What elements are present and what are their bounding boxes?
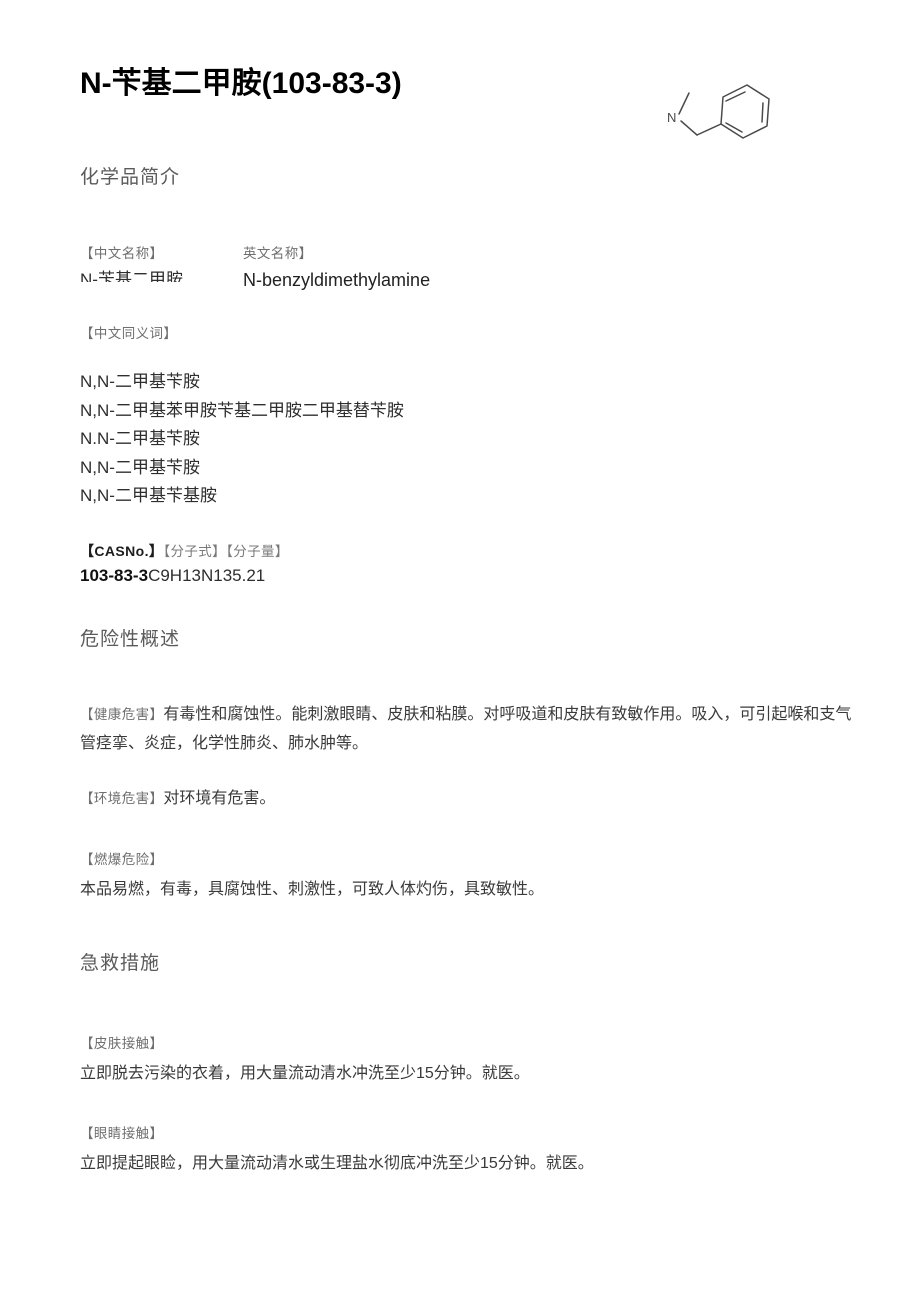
chemical-names-block: 【中文名称】 N-苄基二甲胺 英文名称】 N-benzyldimethylami…: [80, 242, 840, 296]
hazard-entry-health: 【健康危害】有毒性和腐蚀性。能刺激眼睛、皮肤和粘膜。对呼吸道和皮肤有致敏作用。吸…: [80, 700, 862, 758]
firstaid-entry-eye: 【眼睛接触】 立即提起眼睑，用大量流动清水或生理盐水彻底冲洗至少15分钟。就医。: [80, 1122, 840, 1178]
molecular-formula-label: 【分子式】: [163, 544, 227, 559]
eye-contact-text: 立即提起眼睑，用大量流动清水或生理盐水彻底冲洗至少15分钟。就医。: [80, 1155, 594, 1172]
list-item: N.N-二甲基苄胺: [80, 429, 200, 448]
title-row: N-苄基二甲胺(103-83-3) N: [0, 62, 920, 152]
skin-contact-label: 【皮肤接触】: [80, 1036, 164, 1051]
section-heading-hazard: 危险性概述: [80, 629, 181, 650]
chinese-name-value: N-苄基二甲胺: [80, 270, 183, 282]
health-hazard-text: 有毒性和腐蚀性。能刺激眼睛、皮肤和粘膜。对呼吸道和皮肤有致敏作用。吸入，可引起喉…: [80, 706, 852, 752]
svg-text:N: N: [667, 110, 676, 125]
identifier-labels-row: 【CASNo.】【分子式】【分子量】: [80, 540, 840, 561]
eye-contact-label: 【眼睛接触】: [80, 1126, 164, 1141]
molecular-weight-value: 135.21: [213, 566, 266, 585]
cas-number-value: 103-83-3: [80, 566, 149, 585]
page-title: N-苄基二甲胺(103-83-3): [80, 67, 402, 100]
skin-contact-text: 立即脱去污染的衣着，用大量流动清水冲洗至少15分钟。就医。: [80, 1065, 530, 1082]
synonyms-block: 【中文同义词】 N,N-二甲基苄胺 N,N-二甲基苯甲胺苄基二甲胺二甲基替苄胺 …: [80, 322, 840, 511]
environment-hazard-text: 对环境有危害。: [163, 790, 276, 807]
health-hazard-label: 【健康危害】: [80, 707, 164, 722]
section-heading-intro: 化学品简介: [80, 167, 181, 188]
chemical-structure-diagram: N: [655, 67, 785, 152]
list-item: N,N-二甲基苄胺: [80, 372, 200, 391]
environment-hazard-label: 【环境危害】: [80, 791, 164, 806]
list-item: N,N-二甲基苄胺: [80, 457, 200, 477]
hazard-entry-fire: 【燃爆危险】 本品易燃，有毒，具腐蚀性、刺激性，可致人体灼伤，具致敏性。: [80, 848, 840, 904]
english-name-value: N-benzyldimethylamine: [243, 270, 431, 290]
list-item: N,N-二甲基苯甲胺苄基二甲胺二甲基替苄胺: [80, 400, 404, 420]
molecular-weight-label: 【分子量】: [226, 544, 289, 559]
environment-hazard-row: 【环境危害】对环境有危害。: [80, 784, 780, 813]
fire-hazard-text: 本品易燃，有毒，具腐蚀性、刺激性，可致人体灼伤，具致敏性。: [80, 881, 545, 898]
chinese-name-label: 【中文名称】: [80, 246, 164, 261]
chinese-name-column: 【中文名称】 N-苄基二甲胺: [80, 242, 240, 282]
health-hazard-text-row: 【健康危害】有毒性和腐蚀性。能刺激眼睛、皮肤和粘膜。对呼吸道和皮肤有致敏作用。吸…: [80, 700, 862, 758]
fire-hazard-label: 【燃爆危险】: [80, 852, 164, 867]
section-heading-firstaid: 急救措施: [80, 953, 161, 974]
list-item: N,N-二甲基苄基胺: [80, 486, 217, 505]
english-name-label: 英文名称】: [243, 246, 313, 261]
identifiers-block: 【CASNo.】【分子式】【分子量】 103-83-3C9H13N135.21: [80, 540, 840, 586]
document-page: N-苄基二甲胺(103-83-3) N 化学品简介 【中文名称】 N-苄基二甲胺…: [0, 0, 920, 1302]
english-name-column: 英文名称】 N-benzyldimethylamine: [243, 242, 743, 291]
molecular-formula-value: C9H13N: [148, 566, 214, 585]
identifier-values-row: 103-83-3C9H13N135.21: [80, 566, 840, 586]
firstaid-entry-skin: 【皮肤接触】 立即脱去污染的衣着，用大量流动清水冲洗至少15分钟。就医。: [80, 1032, 840, 1088]
hazard-entry-environment: 【环境危害】对环境有危害。: [80, 784, 780, 813]
synonyms-list: N,N-二甲基苄胺 N,N-二甲基苯甲胺苄基二甲胺二甲基替苄胺 N.N-二甲基苄…: [80, 368, 840, 511]
cas-number-label: 【CASNo.】: [80, 543, 164, 559]
synonyms-label: 【中文同义词】: [80, 326, 178, 341]
